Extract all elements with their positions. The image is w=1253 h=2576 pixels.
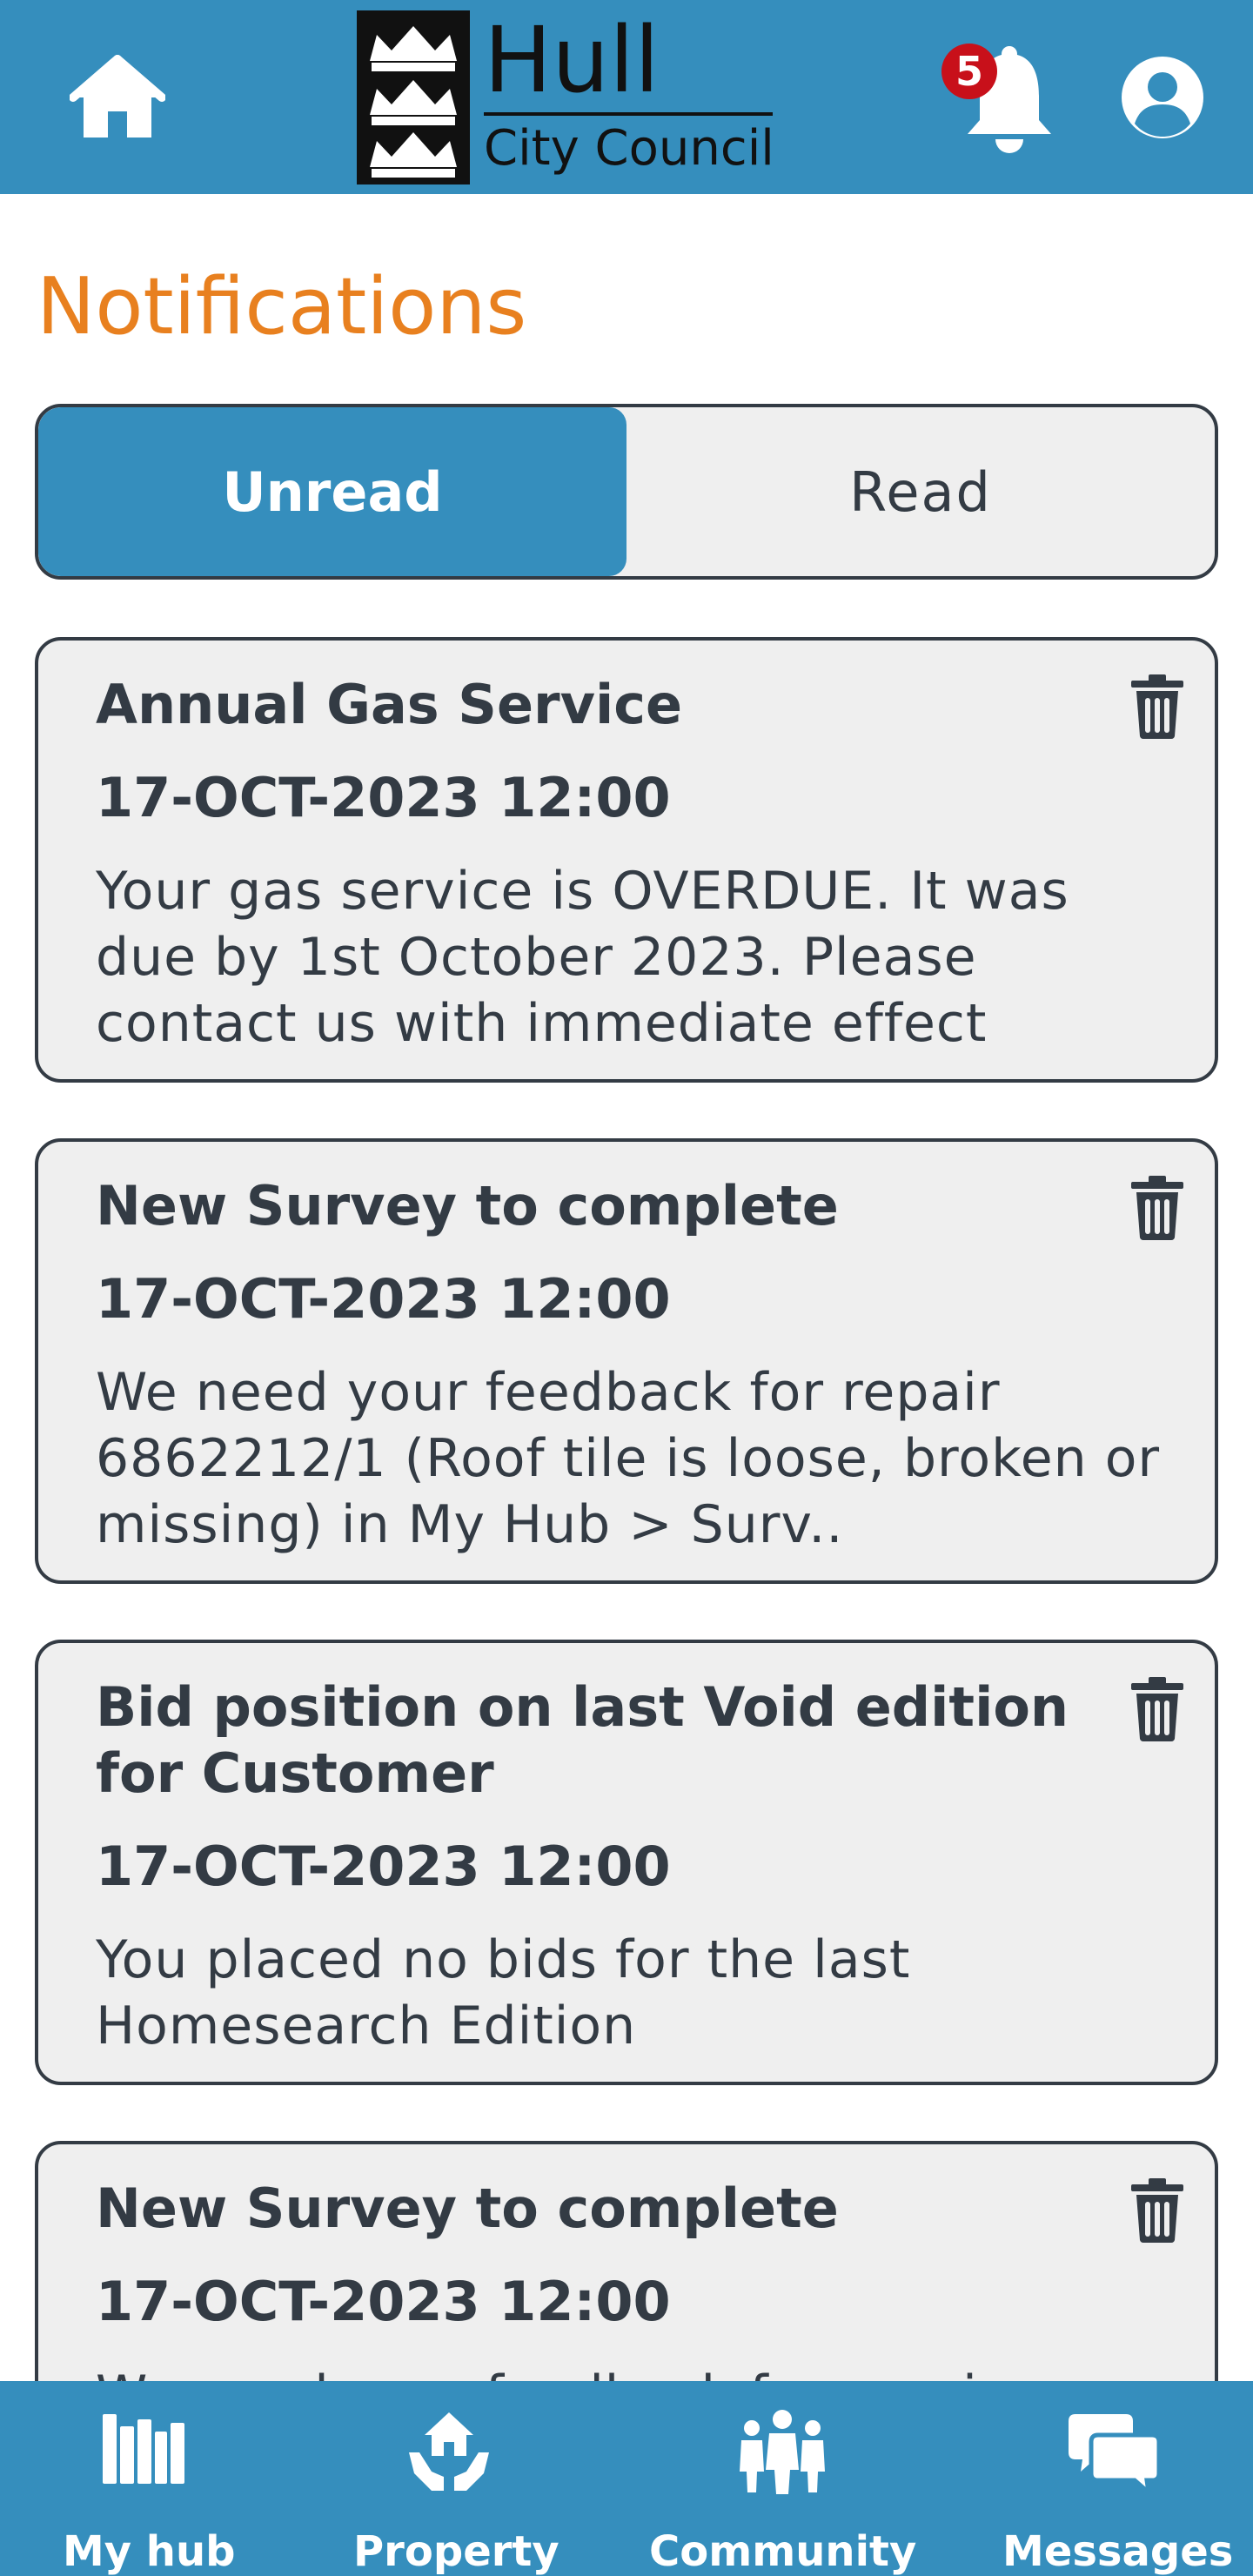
nav-label: Community (649, 2527, 917, 2576)
nav-property[interactable]: Property (339, 2381, 566, 2576)
logo-title: Hull (484, 7, 660, 113)
app-header: Hull City Council 5 (0, 0, 1253, 194)
trash-icon[interactable] (1129, 2177, 1185, 2244)
hull-city-council-logo: Hull City Council (357, 10, 774, 184)
notification-title: New Survey to complete (96, 1174, 839, 1238)
trash-icon[interactable] (1129, 1676, 1185, 1742)
notification-card[interactable]: Annual Gas Service 17-OCT-2023 12:00 You… (35, 637, 1218, 1083)
home-icon (69, 55, 166, 138)
nav-community[interactable]: Community (644, 2381, 922, 2576)
notification-date: 17-OCT-2023 12:00 (96, 766, 671, 829)
house-hands-icon (409, 2412, 489, 2491)
home-button[interactable] (69, 54, 166, 141)
notification-date: 17-OCT-2023 12:00 (96, 1835, 671, 1898)
bottom-navigation: My hub Property Community Messages (0, 2381, 1253, 2576)
three-crowns-crest (357, 10, 470, 184)
logo-subtitle: City Council (484, 120, 774, 177)
user-circle-icon (1122, 57, 1203, 138)
nav-my-hub[interactable]: My hub (35, 2381, 261, 2576)
nav-label: My hub (63, 2527, 236, 2576)
notification-title: New Survey to complete (96, 2177, 839, 2240)
library-icon (103, 2414, 184, 2484)
notification-date: 17-OCT-2023 12:00 (96, 1267, 671, 1331)
tab-read[interactable]: Read (626, 407, 1215, 576)
trash-icon[interactable] (1129, 1175, 1185, 1241)
notification-title: Annual Gas Service (96, 673, 683, 736)
notification-body: We need your feedback for repair 6862212… (96, 1362, 1161, 1555)
people-icon (740, 2410, 825, 2494)
notification-body: Your gas service is OVERDUE. It was due … (96, 861, 1069, 1054)
notification-title: Bid position on last Void edition for Cu… (96, 1675, 1069, 1805)
notification-count-badge: 5 (941, 44, 997, 99)
logo-divider (484, 112, 773, 116)
notification-card[interactable]: Bid position on last Void edition for Cu… (35, 1640, 1218, 2085)
nav-messages[interactable]: Messages (992, 2381, 1236, 2576)
profile-button[interactable] (1119, 54, 1206, 141)
read-status-toggle: Unread Read (35, 404, 1218, 580)
notification-card[interactable]: New Survey to complete 17-OCT-2023 12:00… (35, 1138, 1218, 1584)
page-title: Notifications (37, 261, 527, 352)
chat-bubbles-icon (1069, 2414, 1159, 2492)
notification-date: 17-OCT-2023 12:00 (96, 2270, 671, 2333)
notification-body: You placed no bids for the last Homesear… (96, 1929, 911, 2056)
nav-label: Messages (1002, 2527, 1234, 2576)
nav-label: Property (353, 2527, 559, 2576)
trash-icon[interactable] (1129, 674, 1185, 740)
tab-unread[interactable]: Unread (38, 407, 626, 576)
